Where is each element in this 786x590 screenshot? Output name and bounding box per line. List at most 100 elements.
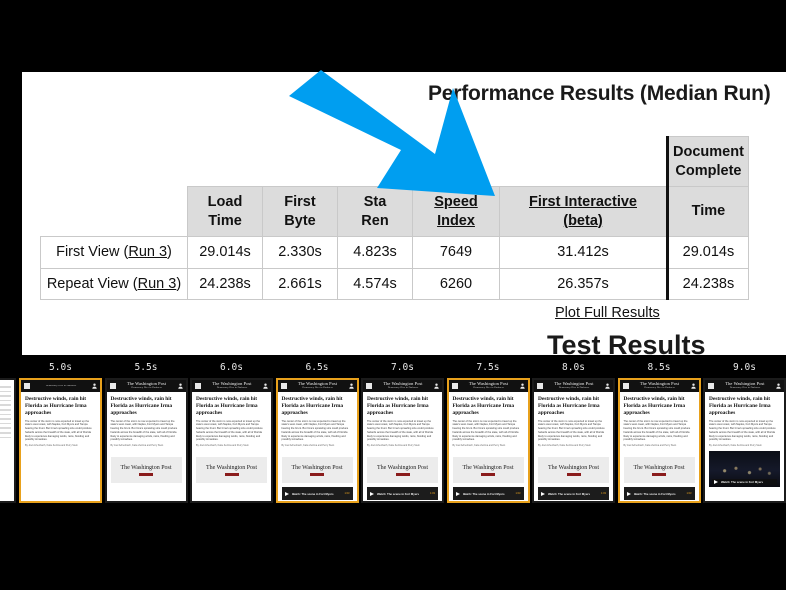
table-row: Repeat View (Run 3) 24.238s 2.661s 4.574…	[40, 267, 749, 301]
filmstrip-frame[interactable]: The Washington Post Democracy Dies in Dar…	[190, 378, 273, 503]
user-account-icon[interactable]	[348, 383, 354, 389]
filmstrip-frame[interactable]: The Washington Post Democracy Dies in Dar…	[446, 378, 530, 503]
cell-doc-time: 24.238s	[666, 267, 749, 301]
logo-text: The Washington Post	[291, 464, 343, 471]
filmstrip-frame[interactable]: The Washington Post Democracy Dies in Dar…	[703, 378, 786, 503]
video-player-bar[interactable]: Watch: The scene in Fort Myers 1:03	[452, 487, 524, 501]
filmstrip-timestamp: 6.5s	[305, 362, 329, 373]
washington-post-logo: The Washington Post	[281, 457, 353, 484]
filmstrip-timestamp: 7.5s	[476, 362, 500, 373]
corner-spacer-5	[500, 137, 668, 187]
frame-top-nav: The Washington Post Democracy Dies in Dar…	[448, 380, 528, 392]
filmstrip-frame[interactable]: The Washington Post Democracy Dies in Dar…	[361, 378, 444, 503]
first-view-suffix: )	[167, 244, 172, 261]
article-byline: By Joel Achenbach, Katie Zezima and Perr…	[110, 444, 164, 448]
article-byline: By Joel Achenbach, Katie Zezima and Perr…	[709, 444, 762, 448]
frame-top-nav: The Washington Post Democracy Dies in Dar…	[106, 380, 186, 392]
filmstrip-timestamp: 5.0s	[49, 362, 72, 373]
user-account-icon[interactable]	[519, 383, 525, 389]
play-icon[interactable]	[370, 491, 374, 496]
filmstrip-frame[interactable]: The Washington Post Democracy Dies in Dar…	[617, 378, 701, 503]
filmstrip-frame[interactable]: The Washington Post Democracy Dies in Dar…	[104, 378, 188, 503]
filmstrip-frame-partial[interactable]	[0, 378, 16, 503]
washington-post-logo: The Washington Post	[538, 457, 609, 484]
partial-frame-placeholder	[0, 380, 14, 447]
video-control-bar[interactable]: Watch: The scene in Fort Myers	[712, 479, 777, 486]
filmstrip-frame[interactable]: The Washington Post Democracy Dies in Dar…	[275, 378, 359, 503]
column-header-speed-index[interactable]: Speed Index	[412, 186, 500, 238]
video-duration: 1:03	[600, 492, 606, 496]
masthead-tagline: Democracy Dies in Darkness	[387, 386, 419, 390]
test-results-heading: Test Results	[547, 330, 706, 355]
user-account-icon[interactable]	[177, 383, 183, 389]
filmstrip-timestamp: 9.0s	[733, 362, 756, 373]
frame-article-body: Destructive winds, rain hit Florida as H…	[192, 392, 271, 448]
washington-post-logo: The Washington Post	[452, 457, 524, 484]
user-account-icon[interactable]	[263, 383, 268, 389]
logo-underline	[310, 472, 324, 476]
article-body-text: The center of the storm is now expected …	[538, 419, 605, 442]
frame-article-body: Destructive winds, rain hit Florida as H…	[619, 392, 699, 448]
frame-top-nav: The Washington Post Democracy Dies in Dar…	[705, 380, 784, 392]
article-body-text: The center of the storm is now expected …	[709, 419, 776, 442]
webpagetest-results-panel: Performance Results (Median Run) Documen…	[22, 72, 786, 355]
plot-full-results-link[interactable]: Plot Full Results	[555, 305, 660, 321]
user-account-icon[interactable]	[92, 383, 97, 389]
logo-text: The Washington Post	[547, 464, 600, 471]
video-player-bar[interactable]: Watch: The scene in Fort Myers 1:03	[538, 487, 609, 501]
filmstrip-frame[interactable]: The Washington Post Democracy Dies in Dar…	[532, 378, 615, 503]
repeat-view-run-link[interactable]: Run 3	[138, 276, 177, 292]
logo-text: The Washington Post	[120, 464, 172, 471]
row-label-first-view: First View (Run 3)	[40, 236, 188, 269]
video-label: Watch: The scene in Fort Myers	[291, 491, 334, 496]
masthead-title: The Washington Post Democracy Dies in Dar…	[116, 382, 178, 389]
video-player-bar[interactable]: Watch: The scene in Fort Myers 1:03	[367, 487, 438, 501]
first-byte-line1: First	[284, 194, 316, 211]
play-icon[interactable]	[541, 491, 545, 496]
first-view-run-link[interactable]: Run 3	[128, 244, 167, 260]
start-render-line2: Ren	[361, 212, 389, 229]
play-icon[interactable]	[284, 491, 289, 496]
corner-spacer-2	[263, 137, 338, 187]
frame-top-nav: The Washington Post Democracy Dies in Dar…	[192, 380, 271, 392]
frame-article-body: Destructive winds, rain hit Florida as H…	[277, 392, 357, 448]
table-header-row: Load Time First Byte Sta Ren Speed Index	[41, 186, 749, 238]
masthead-title: The Washington Post Democracy Dies in Dar…	[372, 382, 434, 389]
column-header-first-interactive[interactable]: First Interactive (beta)	[499, 186, 668, 238]
video-duration: 1:03	[344, 492, 350, 496]
video-player-bar[interactable]: Watch: The scene in Fort Myers 1:03	[281, 487, 353, 501]
play-icon[interactable]	[626, 491, 631, 496]
screenshot-stage: Performance Results (Median Run) Documen…	[0, 0, 786, 590]
user-account-icon[interactable]	[605, 383, 610, 389]
repeat-view-prefix: Repeat View (	[46, 275, 138, 292]
filmstrip-frame[interactable]: Democracy Dies in Darkness Destructive wi…	[19, 378, 102, 503]
article-body-text: The center of the storm is now expected …	[196, 419, 263, 442]
article-byline: By Joel Achenbach, Katie Zezima and Perr…	[196, 444, 249, 448]
article-headline: Destructive winds, rain hit Florida as H…	[623, 396, 686, 416]
user-account-icon[interactable]	[776, 383, 781, 389]
play-icon[interactable]	[714, 480, 718, 485]
article-headline: Destructive winds, rain hit Florida as H…	[538, 396, 600, 416]
user-account-icon[interactable]	[690, 383, 696, 389]
masthead-tagline: Democracy Dies in Darkness	[558, 386, 590, 390]
page-title: Performance Results (Median Run)	[428, 82, 771, 105]
masthead-tagline: Democracy Dies in Darkness	[729, 386, 761, 390]
video-duration: 1:03	[515, 492, 521, 496]
frame-article-body: Destructive winds, rain hit Florida as H…	[363, 392, 442, 448]
filmstrip-timestamp: 8.5s	[647, 362, 671, 373]
frame-top-nav: Democracy Dies in Darkness	[21, 380, 100, 392]
logo-underline	[566, 472, 581, 476]
row-label-repeat-view: Repeat View (Run 3)	[40, 267, 188, 301]
video-player-bar[interactable]: Watch: The scene in Fort Myers 1:03	[623, 487, 695, 501]
article-byline: By Joel Achenbach, Katie Zezima and Perr…	[623, 444, 677, 448]
corner-spacer-4	[413, 137, 500, 187]
article-byline: By Joel Achenbach, Katie Zezima and Perr…	[367, 444, 420, 448]
play-icon[interactable]	[455, 491, 460, 496]
user-account-icon[interactable]	[434, 383, 439, 389]
cell-speed-index: 7649	[412, 236, 500, 269]
video-player-thumbnail[interactable]: Watch: The scene in Fort Myers	[709, 451, 780, 488]
column-header-load-time: Load Time	[187, 186, 263, 238]
masthead-title: The Washington Post Democracy Dies in Dar…	[201, 382, 263, 389]
cell-load-time: 24.238s	[187, 267, 263, 301]
frame-top-nav: The Washington Post Democracy Dies in Dar…	[534, 380, 613, 392]
